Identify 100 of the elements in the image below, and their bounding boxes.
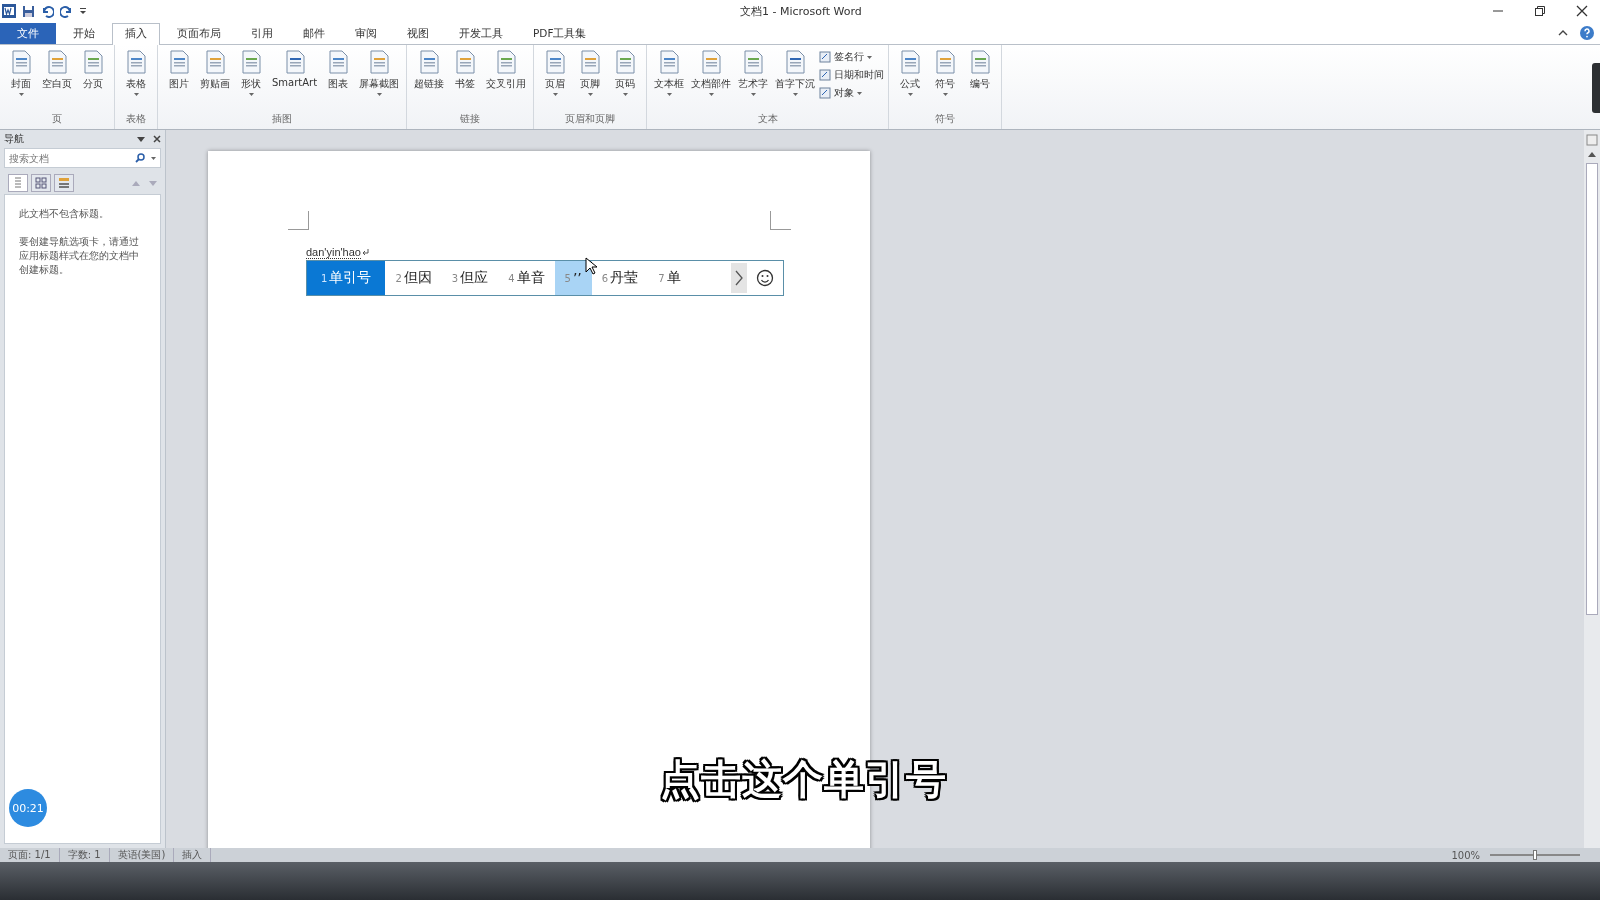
dropdown-caret-icon — [857, 91, 863, 95]
ribbon-tab[interactable]: 开发工具 — [446, 23, 516, 44]
dropdown-caret-icon — [867, 55, 873, 59]
dropdown-caret-icon — [942, 93, 948, 96]
ribbon-tab[interactable]: 开始 — [60, 23, 108, 44]
zoom-level[interactable]: 100% — [1451, 849, 1480, 861]
ribbon-button[interactable]: 屏幕截图 — [356, 47, 403, 112]
dropdown-caret-icon — [622, 93, 628, 96]
group-label: 表格 — [125, 112, 147, 126]
dropdown-caret-icon — [792, 93, 798, 96]
ribbon-button[interactable]: 艺术字 — [735, 47, 772, 112]
candidate-option[interactable]: 6丹莹 — [591, 261, 649, 295]
group-label: 页 — [51, 112, 63, 126]
undo-icon[interactable] — [41, 4, 54, 18]
pane-title: 导航 — [4, 132, 25, 146]
ribbon-tab[interactable]: 审阅 — [342, 23, 390, 44]
search-icon[interactable] — [135, 153, 145, 163]
customize-caret-icon[interactable] — [79, 6, 87, 16]
candidate-option[interactable]: 1单引号 — [307, 261, 386, 295]
dropdown-caret-icon — [133, 93, 139, 96]
ribbon-tab[interactable]: 邮件 — [290, 23, 338, 44]
collapse-ribbon-icon[interactable] — [1558, 29, 1568, 37]
info-text: 要创建导航选项卡，请通过应用标题样式在您的文档中创建标题。 — [19, 235, 140, 277]
ribbon-icon — [819, 69, 832, 81]
scroll-up-icon[interactable] — [1588, 152, 1596, 157]
ribbon-button[interactable]: 页码 — [608, 47, 643, 112]
dropdown-caret-icon — [248, 93, 254, 96]
group-label: 链接 — [459, 112, 482, 126]
ribbon-button[interactable]: SmartArt — [269, 47, 321, 112]
ribbon-button[interactable]: 编号 — [963, 47, 998, 112]
slider-thumb[interactable] — [1533, 850, 1537, 860]
ribbon-button[interactable]: 页眉 — [538, 47, 573, 112]
ribbon-tab[interactable]: 插入 — [112, 23, 160, 45]
dropdown-caret-icon — [552, 93, 558, 96]
ribbon-button[interactable]: 首字下沉 — [772, 47, 819, 112]
margin-corner-mark — [770, 211, 791, 230]
ribbon-tab[interactable]: 页面布局 — [164, 23, 234, 44]
ribbon-button[interactable]: 签名行 — [819, 50, 885, 64]
level-meter-drawing — [1592, 63, 1600, 113]
scrollbar-thumb[interactable] — [1586, 163, 1598, 615]
ribbon-button[interactable]: 交叉引用 — [483, 47, 530, 112]
ribbon-button[interactable]: 对象 — [819, 86, 885, 100]
candidate-option[interactable]: 5’’ — [554, 261, 592, 295]
ribbon-button[interactable]: 空白页 — [39, 47, 75, 112]
dropdown-caret-icon — [907, 93, 913, 96]
dropdown-caret-icon — [587, 93, 593, 96]
ribbon-button[interactable]: 表格 — [119, 47, 153, 112]
save-icon[interactable] — [22, 4, 35, 18]
smiley-icon[interactable] — [756, 269, 774, 287]
subtitle-caption: 点击这个单引号 — [660, 755, 947, 805]
ribbon-button[interactable]: 书签 — [448, 47, 483, 112]
dropdown-caret-icon — [376, 93, 382, 96]
help-icon[interactable] — [1580, 26, 1594, 40]
restore-icon[interactable] — [1534, 5, 1546, 17]
candidate-option[interactable]: 4 单音 — [498, 261, 555, 295]
ribbon-button[interactable]: 图片 — [162, 47, 196, 112]
results-view-icon[interactable] — [54, 174, 74, 192]
redo-icon[interactable] — [60, 4, 73, 18]
ribbon-button[interactable]: 公式 — [893, 47, 928, 112]
file-tab[interactable]: 文件 — [0, 23, 56, 44]
pane-menu-caret-icon[interactable] — [137, 136, 145, 142]
ribbon-tab[interactable]: PDF工具集 — [520, 23, 600, 44]
ribbon-tab[interactable]: 视图 — [394, 23, 442, 44]
candidate-option[interactable]: 3但应 — [441, 261, 499, 295]
group-label: 符号 — [934, 112, 957, 126]
close-icon[interactable] — [1576, 5, 1588, 17]
ribbon-button[interactable]: 日期和时间 — [819, 68, 885, 82]
ribbon-tab[interactable]: 引用 — [238, 23, 286, 44]
ruler-toggle-icon[interactable] — [1586, 134, 1598, 146]
paragraph-mark-icon — [361, 249, 369, 256]
ribbon-button[interactable]: 页脚 — [573, 47, 608, 112]
typed-text: dan'yin'hao — [306, 246, 361, 259]
ribbon-button[interactable]: 符号 — [928, 47, 963, 112]
candidate-option[interactable]: 7 单 — [648, 261, 691, 295]
ribbon-icon — [819, 51, 832, 63]
ribbon-button[interactable]: 图表 — [321, 47, 356, 112]
ribbon-button[interactable]: 文本框 — [651, 47, 688, 112]
dropdown-caret-icon[interactable] — [151, 156, 156, 160]
ribbon-button[interactable]: 分页 — [76, 47, 110, 112]
ribbon-button[interactable]: 剪贴画 — [197, 47, 233, 112]
next-page-icon[interactable] — [731, 263, 747, 293]
ribbon-button[interactable]: 封面 — [4, 47, 38, 112]
margin-corner-mark — [288, 211, 309, 230]
info-text: 此文档不包含标题。 — [19, 207, 110, 221]
group-label: 页眉和页脚 — [564, 112, 617, 126]
dropdown-caret-icon — [750, 93, 756, 96]
search-input[interactable]: 搜索文档 — [9, 149, 129, 167]
group-label: 文本 — [756, 112, 779, 126]
ribbon-button[interactable]: 超链接 — [411, 47, 448, 112]
dropdown-caret-icon — [18, 93, 24, 96]
ribbon-button[interactable]: 形状 — [234, 47, 268, 112]
group-label: 插图 — [271, 112, 294, 126]
search-field[interactable]: 搜索文档 — [4, 148, 161, 168]
dropdown-caret-icon — [708, 93, 714, 96]
close-icon[interactable] — [153, 135, 161, 143]
ribbon-button[interactable]: 文档部件 — [688, 47, 735, 112]
ribbon-icon — [819, 87, 832, 99]
pages-view-icon[interactable] — [31, 174, 51, 192]
window-title: 文档1 - Microsoft Word — [740, 4, 862, 19]
candidate-option[interactable]: 2 但因 — [385, 261, 442, 295]
